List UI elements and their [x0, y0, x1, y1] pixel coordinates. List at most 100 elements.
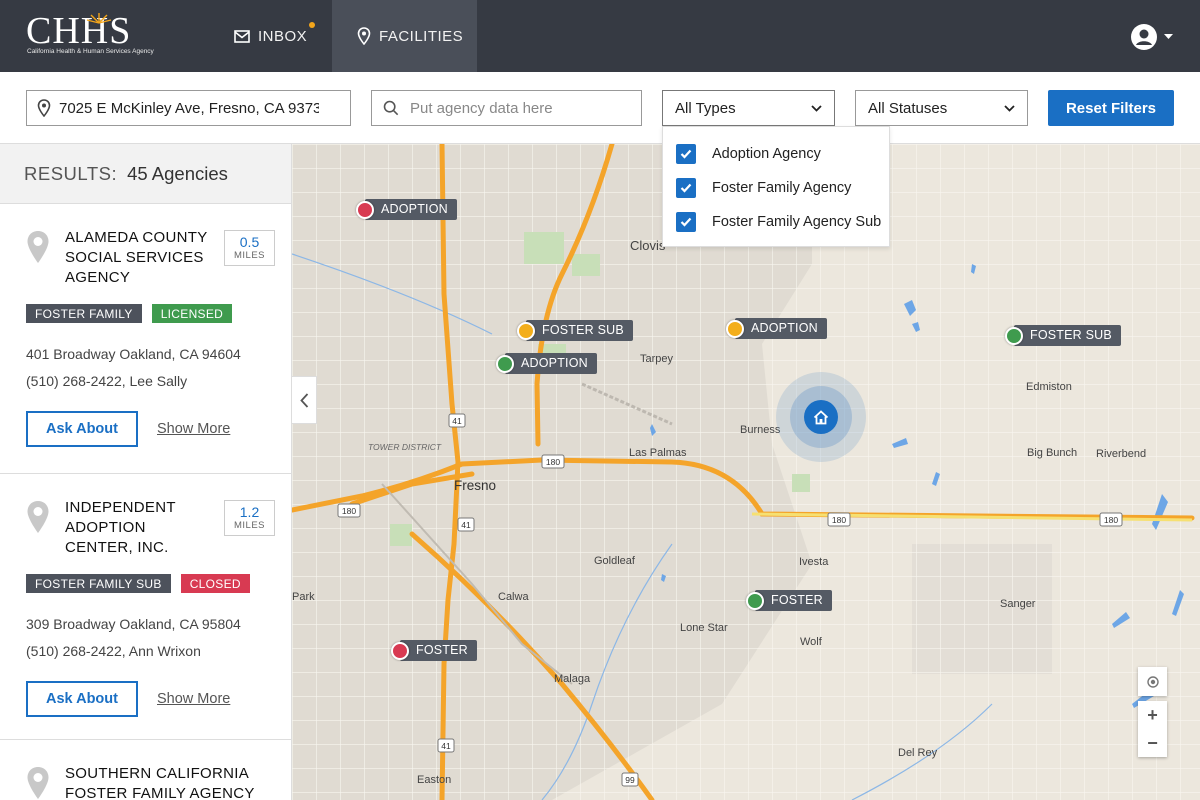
sun-rays-icon — [86, 13, 112, 24]
map-marker-adoption[interactable]: ADOPTION — [726, 318, 827, 339]
status-badge: LICENSED — [151, 304, 233, 323]
user-menu[interactable] — [1130, 23, 1173, 51]
type-option-label: Adoption Agency — [712, 146, 821, 162]
type-option-adoption[interactable]: Adoption Agency — [663, 137, 889, 171]
types-dropdown-menu: Adoption Agency Foster Family Agency Fos… — [662, 126, 890, 247]
zoom-controls: + − — [1138, 701, 1167, 757]
agency-contact: (510) 268-2422, Ann Wrixon — [26, 643, 201, 659]
marker-dot — [726, 319, 744, 338]
place-label: Del Rey — [898, 747, 938, 759]
place-label: Malaga — [554, 673, 591, 685]
home-icon — [813, 409, 829, 424]
chevron-down-icon — [811, 104, 822, 112]
ask-about-button[interactable]: Ask About — [26, 411, 138, 447]
place-label: Calwa — [498, 591, 529, 603]
address-field[interactable] — [26, 90, 351, 126]
map-marker-foster-sub[interactable]: FOSTER SUB — [1005, 325, 1121, 346]
checkbox-checked[interactable] — [676, 212, 696, 232]
agency-name[interactable]: ALAMEDA COUNTY SOCIAL SERVICES AGENCY — [65, 228, 215, 288]
logo-subtitle: California Health & Human Services Agenc… — [27, 48, 154, 55]
place-label: Big Bunch — [1027, 447, 1077, 459]
route-label: 99 — [625, 775, 635, 785]
agency-name[interactable]: INDEPENDENT ADOPTION CENTER, INC. — [65, 498, 215, 558]
checkbox-checked[interactable] — [676, 144, 696, 164]
marker-dot — [1005, 326, 1023, 345]
place-label: Fresno — [454, 478, 496, 493]
place-label: Tarpey — [640, 353, 674, 365]
distance-unit: MILES — [233, 520, 265, 531]
mail-icon — [234, 29, 250, 43]
map-marker-foster-sub[interactable]: FOSTER SUB — [517, 320, 633, 341]
collapse-sidebar-button[interactable] — [292, 376, 317, 424]
marker-label: ADOPTION — [735, 318, 827, 339]
marker-dot — [391, 641, 409, 660]
ask-about-button[interactable]: Ask About — [26, 681, 138, 717]
location-pin-icon — [357, 27, 371, 45]
results-sidebar[interactable]: RESULTS: 45 Agencies ALAMEDA COUNTY SOCI… — [0, 144, 292, 800]
map-marker-foster[interactable]: FOSTER — [391, 640, 477, 661]
distance-badge: 0.5 MILES — [224, 230, 275, 266]
place-label: Wolf — [800, 636, 823, 648]
user-avatar-icon — [1131, 24, 1157, 50]
show-more-link[interactable]: Show More — [157, 691, 230, 707]
crosshair-icon — [1146, 675, 1159, 688]
location-pin-icon — [27, 767, 49, 799]
route-label: 180 — [546, 457, 560, 467]
notification-dot — [309, 22, 315, 28]
home-location-marker[interactable] — [776, 372, 866, 462]
marker-dot — [517, 321, 535, 340]
distance-value: 0.5 — [239, 234, 260, 250]
place-label: Lone Star — [680, 622, 728, 634]
zoom-out-button[interactable]: − — [1138, 729, 1167, 757]
agency-address: 401 Broadway Oakland, CA 94604 — [26, 346, 241, 362]
place-label: Goldleaf — [594, 555, 636, 567]
type-option-foster-family[interactable]: Foster Family Agency — [663, 171, 889, 205]
check-icon — [680, 217, 692, 227]
type-badge: FOSTER FAMILY SUB — [26, 574, 171, 593]
marker-dot — [496, 354, 514, 373]
results-count: 45 Agencies — [127, 162, 228, 184]
location-pin-icon — [27, 501, 49, 533]
route-label: 41 — [441, 741, 451, 751]
zoom-in-button[interactable]: + — [1138, 701, 1167, 729]
nav-tab-facilities[interactable]: FACILITIES — [332, 0, 477, 72]
place-label: Riverbend — [1096, 448, 1146, 460]
type-badge: FOSTER FAMILY — [26, 304, 142, 323]
marker-dot — [746, 591, 764, 610]
checkbox-checked[interactable] — [676, 178, 696, 198]
agency-card[interactable]: ALAMEDA COUNTY SOCIAL SERVICES AGENCY 0.… — [0, 204, 291, 474]
map-marker-foster[interactable]: FOSTER — [746, 590, 832, 611]
agency-contact: (510) 268-2422, Lee Sally — [26, 373, 188, 389]
map-marker-adoption[interactable]: ADOPTION — [496, 353, 597, 374]
nav-tab-label: FACILITIES — [379, 27, 464, 45]
nav-tab-inbox[interactable]: INBOX — [234, 0, 315, 72]
map-marker-adoption[interactable]: ADOPTION — [356, 199, 457, 220]
agency-address: 309 Broadway Oakland, CA 95804 — [26, 616, 241, 632]
show-more-link[interactable]: Show More — [157, 421, 230, 437]
agency-name[interactable]: SOUTHERN CALIFORNIA FOSTER FAMILY AGENCY — [65, 764, 255, 800]
route-label: 180 — [832, 515, 846, 525]
statuses-select[interactable]: All Statuses — [855, 90, 1028, 126]
agency-card[interactable]: INDEPENDENT ADOPTION CENTER, INC. 1.2 MI… — [0, 474, 291, 740]
distance-badge: 1.2 MILES — [224, 500, 275, 536]
chevron-down-icon — [1004, 104, 1015, 112]
search-input[interactable] — [410, 99, 641, 117]
distance-unit: MILES — [233, 250, 265, 261]
type-option-foster-family-sub[interactable]: Foster Family Agency Sub — [663, 205, 889, 239]
place-label: Las Palmas — [629, 447, 687, 459]
search-field[interactable] — [371, 90, 642, 126]
place-label: Easton — [417, 774, 451, 786]
chhs-logo[interactable]: CHHS California Health & Human Services … — [26, 10, 154, 58]
agency-card[interactable]: SOUTHERN CALIFORNIA FOSTER FAMILY AGENCY — [0, 740, 291, 800]
logo-wordmark: CHHS — [26, 10, 132, 52]
place-label: Clovis — [630, 238, 666, 253]
place-label: Ivesta — [799, 556, 829, 568]
address-input[interactable] — [59, 99, 319, 117]
reset-filters-button[interactable]: Reset Filters — [1048, 90, 1174, 126]
types-select[interactable]: All Types — [662, 90, 835, 126]
search-icon — [383, 100, 399, 116]
marker-label: ADOPTION — [505, 353, 597, 374]
my-location-button[interactable] — [1138, 667, 1167, 696]
marker-label: ADOPTION — [365, 199, 457, 220]
top-navigation-bar: CHHS California Health & Human Services … — [0, 0, 1200, 72]
